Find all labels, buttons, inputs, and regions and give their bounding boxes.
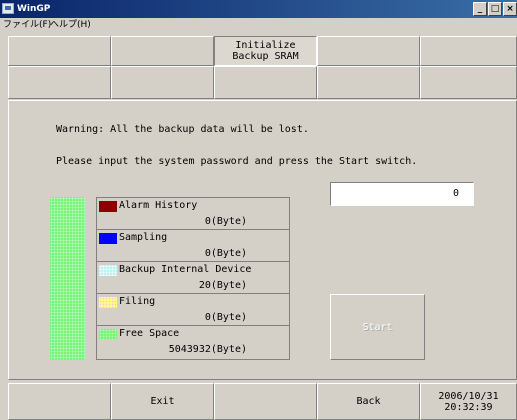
window-title: WinGP [17, 4, 51, 14]
legend-row-free-space: Free Space 5043932(Byte) [97, 326, 289, 358]
window-titlebar: WinGP _ □ × [0, 0, 517, 18]
legend-row-sampling: Sampling 0(Byte) [97, 230, 289, 262]
free-space-swatch [99, 329, 117, 340]
footer-cell-3[interactable] [214, 383, 317, 420]
initialize-backup-sram-button[interactable]: Initialize Backup SRAM [214, 36, 317, 66]
minimize-icon[interactable]: _ [473, 2, 487, 16]
toolbar-r1-c5[interactable] [420, 36, 517, 66]
legend-value: 0(Byte) [204, 312, 247, 323]
toolbar-r2-c2[interactable] [111, 66, 214, 99]
alarm-history-swatch [99, 201, 117, 212]
app-icon [2, 3, 14, 14]
toolbar-r1-c2[interactable] [111, 36, 214, 66]
toolbar-r1-c1[interactable] [8, 36, 111, 66]
time-text: 20:32:39 [444, 401, 493, 413]
toolbar-r2-c5[interactable] [420, 66, 517, 99]
legend-label: Backup Internal Device [119, 264, 252, 275]
date-text: 2006/10/31 [438, 390, 499, 402]
menu-file[interactable]: ファイル(F) [3, 18, 51, 32]
window-controls: _ □ × [472, 2, 517, 16]
legend-value: 20(Byte) [198, 280, 247, 291]
footer-cell-1[interactable] [8, 383, 111, 420]
usage-bar [50, 197, 85, 360]
filing-swatch [99, 297, 117, 308]
datetime-display: 2006/10/31 20:32:39 [420, 383, 517, 420]
toolbar-r2-c1[interactable] [8, 66, 111, 99]
toolbar-r2-c4[interactable] [317, 66, 420, 99]
menu-help[interactable]: ヘルプ(H) [50, 18, 91, 32]
warning-text: Warning: All the backup data will be los… [56, 124, 309, 135]
legend-label: Filing [119, 296, 156, 307]
menu-bar: ファイル(F) ヘルプ(H) [0, 18, 517, 32]
memory-legend: Alarm History 0(Byte) Sampling 0(Byte) B… [96, 197, 290, 360]
maximize-icon[interactable]: □ [488, 2, 502, 16]
close-icon[interactable]: × [503, 2, 517, 16]
legend-label: Free Space [119, 328, 180, 339]
legend-label: Sampling [119, 232, 168, 243]
legend-value: 0(Byte) [204, 216, 247, 227]
back-button[interactable]: Back [317, 383, 420, 420]
legend-value: 0(Byte) [204, 248, 247, 259]
start-button[interactable]: Start [330, 294, 425, 360]
legend-row-backup-internal-device: Backup Internal Device 20(Byte) [97, 262, 289, 294]
sampling-swatch [99, 233, 117, 244]
toolbar-r2-c3[interactable] [214, 66, 317, 99]
legend-row-filing: Filing 0(Byte) [97, 294, 289, 326]
toolbar-r1-c4[interactable] [317, 36, 420, 66]
backup-internal-device-swatch [99, 265, 117, 276]
exit-button[interactable]: Exit [111, 383, 214, 420]
password-field[interactable]: 0 [330, 182, 474, 206]
initialize-backup-sram-label: Initialize Backup SRAM [232, 40, 299, 62]
prompt-text: Please input the system password and pre… [56, 156, 418, 167]
legend-value: 5043932(Byte) [168, 344, 247, 355]
legend-row-alarm-history: Alarm History 0(Byte) [97, 198, 289, 230]
legend-label: Alarm History [119, 200, 198, 211]
